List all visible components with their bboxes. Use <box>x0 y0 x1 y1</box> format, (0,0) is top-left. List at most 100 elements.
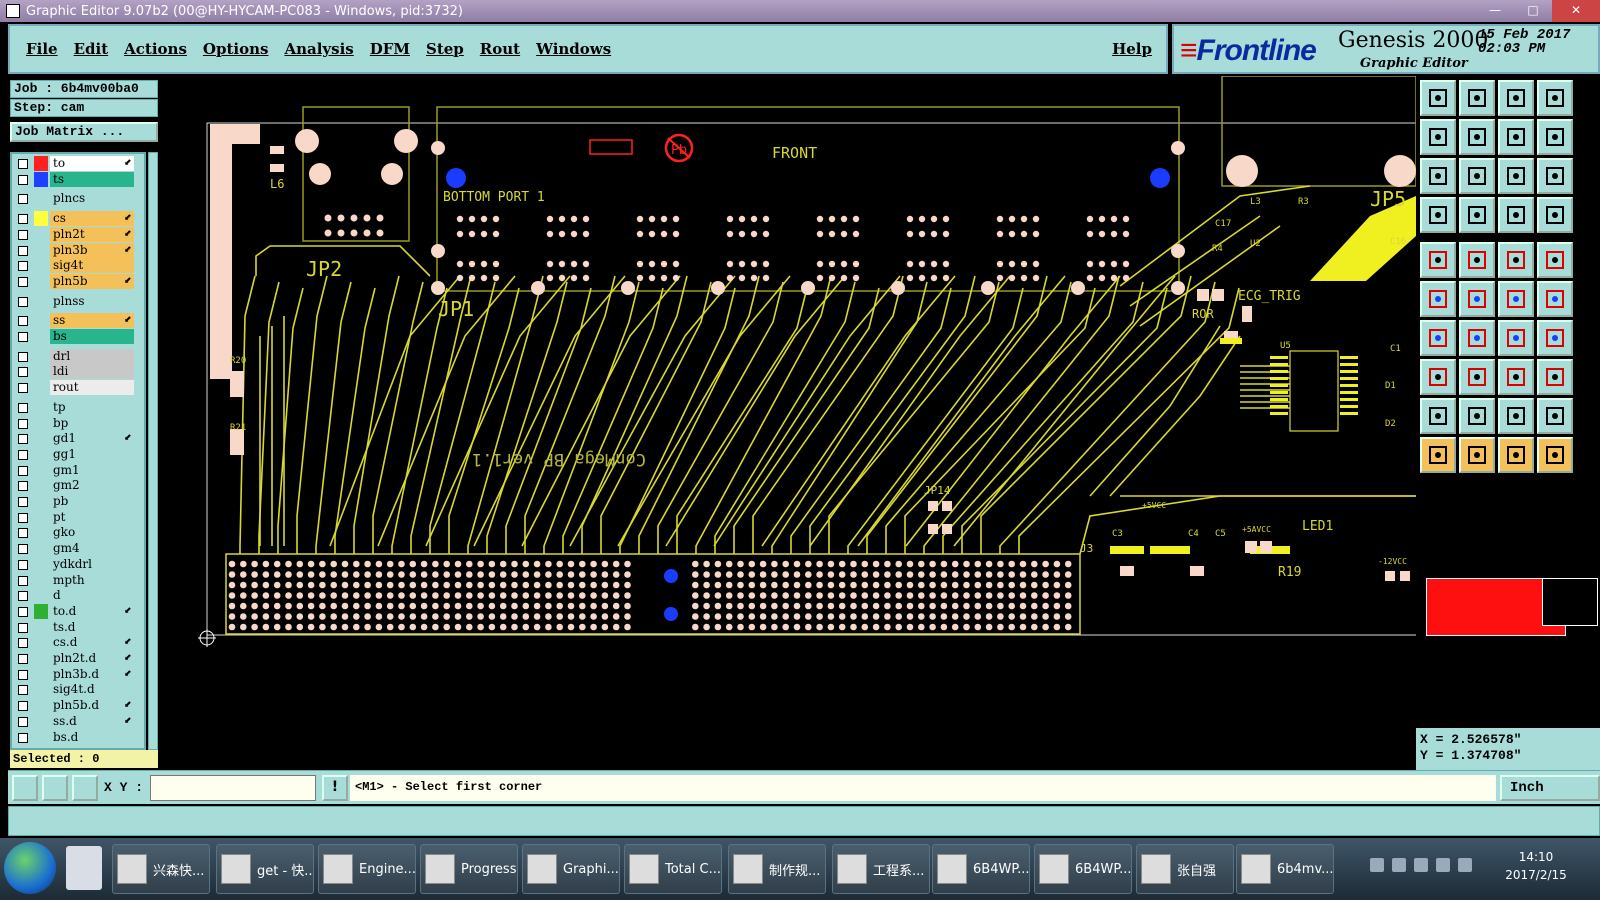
grid-icon[interactable] <box>1459 197 1495 233</box>
layer-row-ts[interactable]: ts <box>14 171 144 187</box>
layer-checkbox[interactable] <box>18 332 28 342</box>
layer-row-pln5b.d[interactable]: pln5b.d ⬋ <box>14 698 144 714</box>
layer-checkbox[interactable] <box>18 544 28 555</box>
taskbar-item[interactable]: 6B4WP... <box>1034 844 1132 894</box>
zoom-fit-button[interactable] <box>12 775 38 801</box>
layer-checkbox[interactable] <box>18 575 28 586</box>
layer-checkbox[interactable] <box>18 383 28 394</box>
layer-checkbox[interactable] <box>18 418 28 429</box>
layer-checkbox[interactable] <box>18 481 28 492</box>
menu-windows[interactable]: Windows <box>536 40 611 58</box>
copy-icon[interactable] <box>1420 80 1456 116</box>
layer-row-gg1[interactable]: gg1 <box>14 446 144 462</box>
layer-color-swatch[interactable] <box>34 603 48 619</box>
diag-icon[interactable] <box>1420 320 1456 356</box>
layer-color-swatch[interactable] <box>34 349 48 364</box>
layer-row-rout[interactable]: rout <box>14 380 144 396</box>
layer-color-swatch[interactable] <box>34 478 48 493</box>
layer-checkbox[interactable] <box>18 229 28 240</box>
layers-icon[interactable] <box>1420 197 1456 233</box>
layer-color-swatch[interactable] <box>34 510 48 525</box>
layer-row-sig4t.d[interactable]: sig4t.d <box>14 682 144 698</box>
layer-checkbox[interactable] <box>18 654 28 664</box>
layer-checkbox[interactable] <box>18 591 28 602</box>
tri-icon[interactable] <box>1420 398 1456 434</box>
route-icon[interactable] <box>1537 437 1573 473</box>
measure-button[interactable] <box>42 775 68 801</box>
layer-color-swatch[interactable] <box>34 294 48 309</box>
layer-color-swatch[interactable] <box>34 191 48 206</box>
taskbar-item[interactable]: 6b4mv... <box>1236 844 1334 894</box>
layer-checkbox[interactable] <box>18 174 28 185</box>
layer-color-swatch[interactable] <box>34 243 48 258</box>
layer-row-drl[interactable]: drl <box>14 348 144 364</box>
cursor3-icon[interactable] <box>1498 437 1534 473</box>
cursor-icon[interactable] <box>1420 437 1456 473</box>
ruler-icon[interactable] <box>1498 242 1534 278</box>
layer-color-swatch[interactable] <box>34 573 48 588</box>
layer-row-d[interactable]: d <box>14 588 144 604</box>
layer-color-swatch[interactable] <box>34 541 48 556</box>
graphic-canvas[interactable]: Pb FRONT BOTTOM PORT 1 JP2 JP1 L6 R20 R21 ECG_T… <box>160 76 1416 770</box>
layer-color-swatch[interactable] <box>34 588 48 603</box>
layer-row-pb[interactable]: pb <box>14 494 144 509</box>
tri4-icon[interactable] <box>1537 398 1573 434</box>
menu-options[interactable]: Options <box>203 40 269 58</box>
taskbar-item[interactable]: Graphi... <box>522 844 620 894</box>
layer-checkbox[interactable] <box>18 276 28 287</box>
layer-checkbox[interactable] <box>18 465 28 476</box>
layer-color-swatch[interactable] <box>34 400 48 415</box>
layer-color-swatch[interactable] <box>34 447 48 462</box>
layer-checkbox[interactable] <box>18 296 28 307</box>
layer-checkbox[interactable] <box>18 434 28 445</box>
redraw-icon[interactable] <box>1420 242 1456 278</box>
dot-icon[interactable] <box>1537 242 1573 278</box>
cross-icon[interactable] <box>1459 281 1495 317</box>
layer-checkbox[interactable] <box>18 669 28 680</box>
layer-color-swatch[interactable] <box>34 171 48 187</box>
diag2-icon[interactable] <box>1459 320 1495 356</box>
layer-row-ts.d[interactable]: ts.d <box>14 619 144 635</box>
layer-row-gm1[interactable]: gm1 <box>14 462 144 478</box>
layer-row-ydkdrl[interactable]: ydkdrl <box>14 556 144 572</box>
layer-row-plnss[interactable]: plnss <box>14 293 144 309</box>
snap-icon[interactable] <box>1498 197 1534 233</box>
layer-checkbox[interactable] <box>18 159 28 169</box>
start-button[interactable] <box>4 842 56 894</box>
pad-icon[interactable] <box>1420 359 1456 395</box>
layer-row-cs.d[interactable]: cs.d ⬋ <box>14 635 144 651</box>
taskbar-item[interactable]: 6B4WP... <box>932 844 1030 894</box>
layer-checkbox[interactable] <box>18 716 28 727</box>
layer-checkbox[interactable] <box>18 638 28 649</box>
curve-icon[interactable] <box>1498 320 1534 356</box>
snap2-icon[interactable] <box>1537 197 1573 233</box>
layer-row-bp[interactable]: bp <box>14 415 144 431</box>
pan-icon[interactable] <box>1459 158 1495 194</box>
taskbar-item[interactable]: 工程系... <box>832 844 930 894</box>
help-icon[interactable] <box>1537 158 1573 194</box>
layer-row-ss.d[interactable]: ss.d ⬋ <box>14 713 144 729</box>
layer-color-swatch[interactable] <box>34 313 48 328</box>
layer-color-swatch[interactable] <box>34 329 48 344</box>
maximize-button[interactable]: □ <box>1514 0 1552 22</box>
layer-checkbox[interactable] <box>18 351 28 362</box>
layer-row-bs[interactable]: bs <box>14 329 144 344</box>
layer-row-pln2t[interactable]: pln2t ⬋ <box>14 226 144 242</box>
layer-row-pln5b[interactable]: pln5b ⬋ <box>14 273 144 289</box>
select-point-icon[interactable] <box>1537 281 1573 317</box>
swap-icon[interactable] <box>1498 119 1534 155</box>
tri3-icon[interactable] <box>1498 398 1534 434</box>
menu-file[interactable]: File <box>26 40 58 58</box>
layer-row-cs[interactable]: cs ⬋ <box>14 211 144 227</box>
layer-color-swatch[interactable] <box>34 620 48 635</box>
layer-row-tp[interactable]: tp <box>14 399 144 415</box>
layer-row-sig4t[interactable]: sig4t <box>14 258 144 274</box>
cursor2-icon[interactable] <box>1459 437 1495 473</box>
layer-color-swatch[interactable] <box>34 156 48 171</box>
layer-color-swatch[interactable] <box>34 714 48 729</box>
menu-dfm[interactable]: DFM <box>370 40 410 58</box>
layer-checkbox[interactable] <box>18 685 28 696</box>
layer-checkbox[interactable] <box>18 449 28 460</box>
layer-color-swatch[interactable] <box>34 682 48 697</box>
layer-color-swatch[interactable] <box>34 380 48 395</box>
